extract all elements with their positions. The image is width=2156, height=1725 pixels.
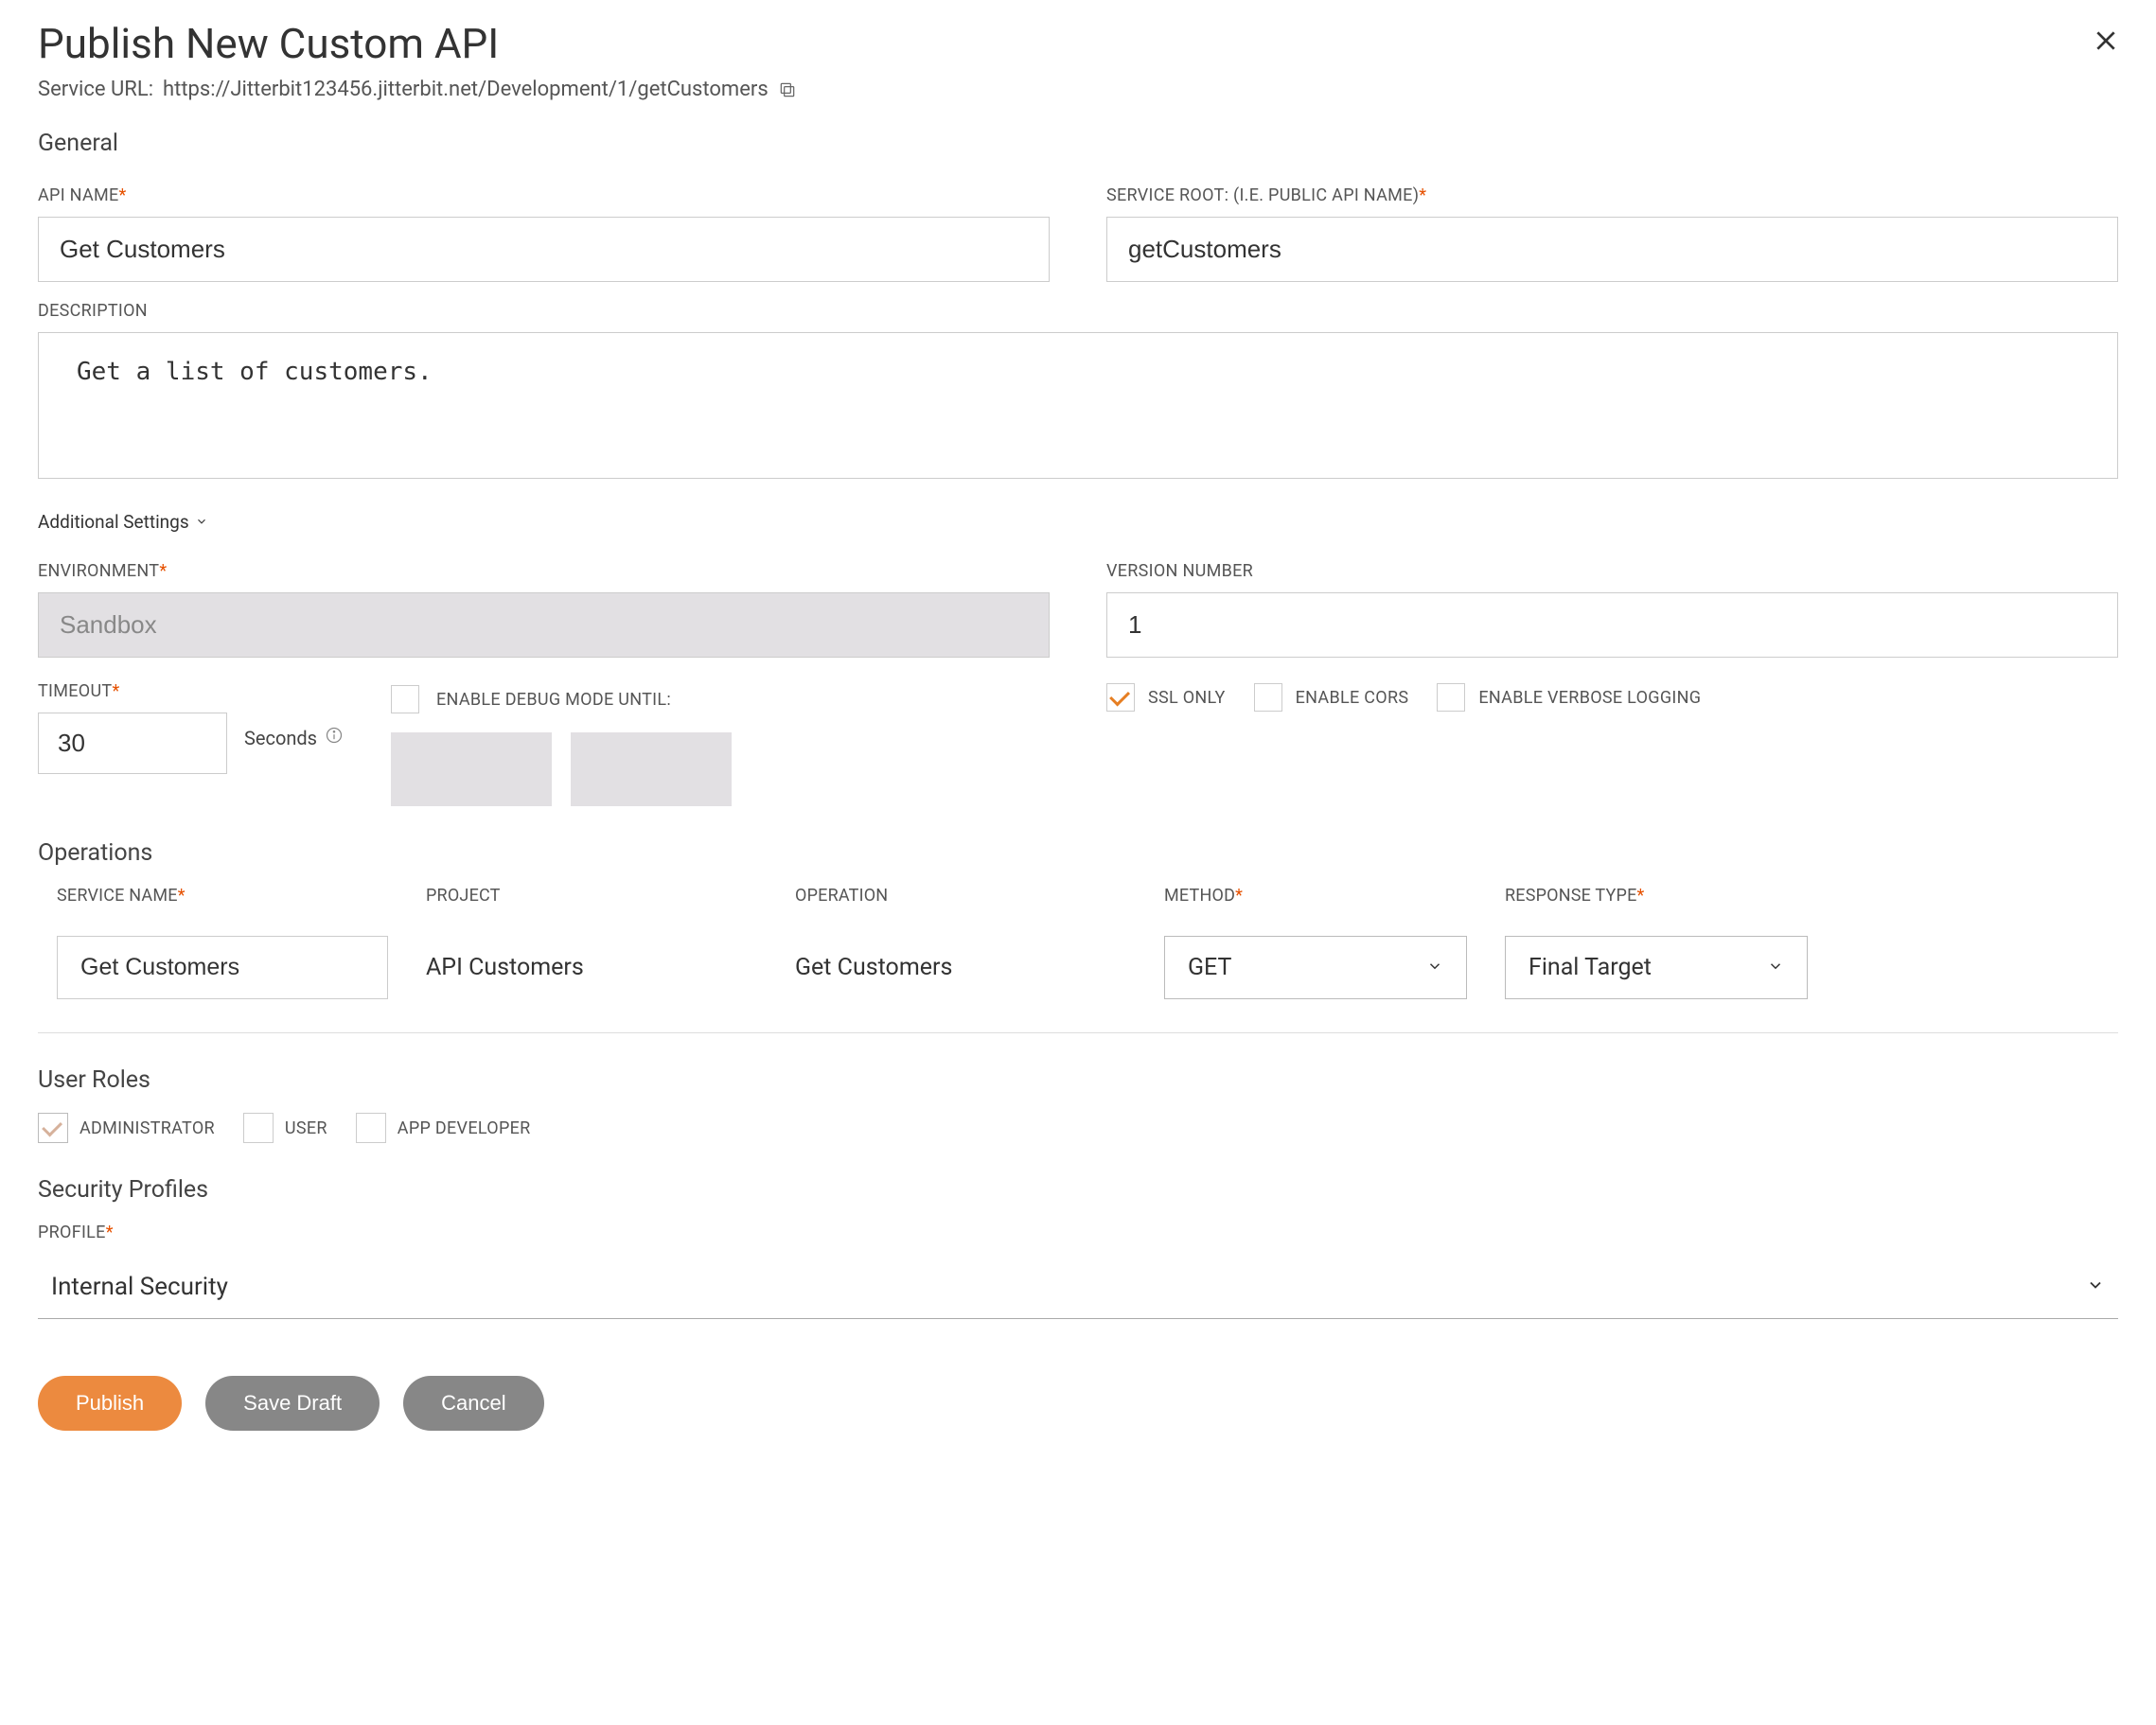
general-heading: General (38, 130, 2118, 157)
project-value: API Customers (426, 954, 757, 981)
ssl-only-checkbox[interactable] (1106, 683, 1135, 712)
profile-select[interactable]: Internal Security (38, 1256, 2118, 1319)
user-checkbox[interactable] (243, 1113, 274, 1143)
additional-settings-toggle[interactable]: Additional Settings (38, 511, 2118, 533)
service-url-value: https://Jitterbit123456.jitterbit.net/De… (163, 78, 769, 101)
column-operation: OPERATION (795, 886, 1126, 906)
enable-verbose-label: ENABLE VERBOSE LOGGING (1478, 688, 1701, 708)
version-number-label: VERSION NUMBER (1106, 561, 2118, 581)
profile-value: Internal Security (51, 1273, 228, 1301)
user-roles-heading: User Roles (38, 1066, 2118, 1094)
ssl-only-label: SSL ONLY (1148, 688, 1226, 708)
close-icon[interactable] (2094, 28, 2118, 57)
security-profiles-heading: Security Profiles (38, 1176, 2118, 1204)
api-name-input[interactable] (38, 217, 1050, 282)
timeout-input[interactable] (38, 713, 227, 774)
app-developer-checkbox[interactable] (356, 1113, 386, 1143)
enable-debug-checkbox[interactable] (391, 685, 419, 713)
cancel-button[interactable]: Cancel (403, 1376, 543, 1431)
publish-button[interactable]: Publish (38, 1376, 182, 1431)
profile-label: PROFILE* (38, 1223, 2118, 1242)
timeout-label: TIMEOUT* (38, 681, 344, 701)
operation-value: Get Customers (795, 954, 1126, 981)
version-number-input[interactable] (1106, 592, 2118, 658)
method-select[interactable]: GET (1164, 936, 1467, 999)
service-root-input[interactable] (1106, 217, 2118, 282)
enable-cors-label: ENABLE CORS (1296, 688, 1409, 708)
chevron-down-icon (1426, 954, 1443, 981)
column-method: METHOD* (1164, 886, 1467, 906)
service-root-label: SERVICE ROOT: (I.E. PUBLIC API NAME)* (1106, 185, 2118, 205)
additional-settings-label: Additional Settings (38, 511, 189, 533)
enable-cors-checkbox[interactable] (1254, 683, 1282, 712)
chevron-down-icon (195, 511, 208, 533)
debug-date-input[interactable] (391, 732, 552, 806)
user-label: USER (285, 1118, 327, 1138)
api-name-label: API NAME* (38, 185, 1050, 205)
column-service-name: SERVICE NAME* (57, 886, 388, 906)
service-url-label: Service URL: (38, 78, 153, 101)
environment-input (38, 592, 1050, 658)
copy-icon[interactable] (778, 80, 797, 99)
description-textarea[interactable] (38, 332, 2118, 479)
app-developer-label: APP DEVELOPER (398, 1118, 531, 1138)
environment-label: ENVIRONMENT* (38, 561, 1050, 581)
operations-heading: Operations (38, 839, 2118, 867)
enable-verbose-checkbox[interactable] (1437, 683, 1465, 712)
page-title: Publish New Custom API (38, 19, 499, 68)
administrator-label: ADMINISTRATOR (80, 1118, 215, 1138)
chevron-down-icon (2086, 1273, 2105, 1301)
chevron-down-icon (1767, 954, 1784, 981)
column-response-type: RESPONSE TYPE* (1505, 886, 1808, 906)
enable-debug-label: ENABLE DEBUG MODE UNTIL: (436, 690, 671, 710)
response-type-select[interactable]: Final Target (1505, 936, 1808, 999)
description-label: DESCRIPTION (38, 301, 2118, 321)
method-value: GET (1188, 954, 1231, 981)
response-type-value: Final Target (1529, 954, 1652, 981)
debug-time-input[interactable] (571, 732, 732, 806)
save-draft-button[interactable]: Save Draft (205, 1376, 380, 1431)
info-icon[interactable] (325, 726, 344, 749)
seconds-label: Seconds (244, 727, 317, 749)
operation-row: API Customers Get Customers GET Final Ta… (38, 936, 2118, 1033)
column-project: PROJECT (426, 886, 757, 906)
service-name-input[interactable] (57, 936, 388, 999)
administrator-checkbox[interactable] (38, 1113, 68, 1143)
